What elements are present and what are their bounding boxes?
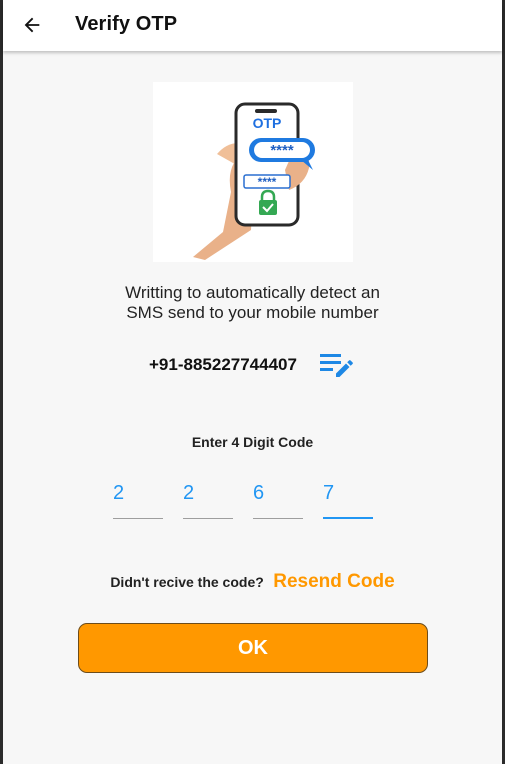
- otp-illustration: OTP **** ****: [153, 82, 353, 262]
- auto-detect-message: Writting to automatically detect an SMS …: [3, 283, 502, 323]
- auto-detect-line-2: SMS send to your mobile number: [126, 303, 379, 322]
- illustration-bubble-mask: ****: [270, 142, 294, 159]
- arrow-back-icon: [24, 17, 40, 33]
- otp-digit-2-value: 2: [183, 482, 195, 504]
- resend-question: Didn't recive the code?: [110, 574, 264, 590]
- ok-button[interactable]: OK: [78, 623, 428, 673]
- code-entry-label: Enter 4 Digit Code: [191, 434, 314, 450]
- phone-number: +91-885227744407: [149, 355, 297, 374]
- app-bar: Verify OTP: [3, 0, 502, 51]
- otp-digit-3-value: 6: [253, 482, 265, 504]
- otp-digit-4[interactable]: 7: [323, 478, 373, 519]
- edit-note-icon: [320, 354, 353, 377]
- otp-digit-1[interactable]: 2: [113, 478, 163, 519]
- otp-digit-1-value: 2: [113, 482, 125, 504]
- resend-row: Didn't recive the code? Resend Code: [3, 571, 502, 593]
- back-button[interactable]: [19, 12, 45, 38]
- illustration-field-mask: ****: [258, 175, 277, 189]
- auto-detect-line-1: Writting to automatically detect an: [125, 283, 380, 302]
- page-title: Verify OTP: [75, 13, 178, 35]
- screen: Verify OTP OTP **** **** Writting to aut…: [3, 0, 502, 764]
- smartphone-otp-lock-icon: OTP **** ****: [193, 102, 315, 260]
- edit-phone-button[interactable]: [319, 352, 353, 380]
- otp-digit-3[interactable]: 6: [253, 478, 303, 519]
- otp-digit-4-value: 7: [323, 482, 335, 504]
- illustration-otp-label: OTP: [253, 115, 282, 131]
- otp-digit-2[interactable]: 2: [183, 478, 233, 519]
- resend-code-link[interactable]: Resend Code: [273, 571, 394, 592]
